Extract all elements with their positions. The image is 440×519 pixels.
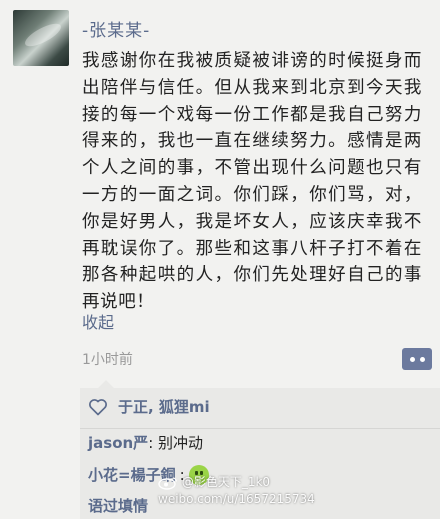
comment-item: 语过填情 [88,495,148,516]
heart-icon [89,398,107,415]
comment-author[interactable]: 语过填情 [88,497,148,515]
likes-row: 于正, 狐狸mi [88,396,210,417]
likes-names[interactable]: 于正, 狐狸mi [118,396,210,417]
divider [80,428,440,429]
comment-item: jason严: 别冲动 [88,432,203,453]
weibo-logo-icon [158,476,178,490]
dot-icon [419,356,425,362]
collapse-link[interactable]: 收起 [82,309,114,333]
watermark-line1: @影色天下_1k0 [158,474,318,491]
watermark: @影色天下_1k0 weibo.com/u/1657215734 [158,474,318,508]
comment-author[interactable]: jason严 [88,434,148,452]
author-name[interactable]: -张某某- [82,16,150,41]
post-timestamp: 1小时前 [82,352,133,368]
watermark-handle: @影色天下_1k0 [181,475,271,489]
dot-icon [409,356,415,362]
avatar-highlight [22,19,64,51]
more-options-button[interactable] [402,348,432,370]
post-text: 我感谢你在我被质疑被诽谤的时候挺身而出陪伴与信任。但从我来到北京到今天我接的每一… [82,51,422,313]
watermark-url: weibo.com/u/1657215734 [158,492,315,506]
author-avatar[interactable] [13,10,69,66]
comment-text: : 别冲动 [148,434,204,452]
